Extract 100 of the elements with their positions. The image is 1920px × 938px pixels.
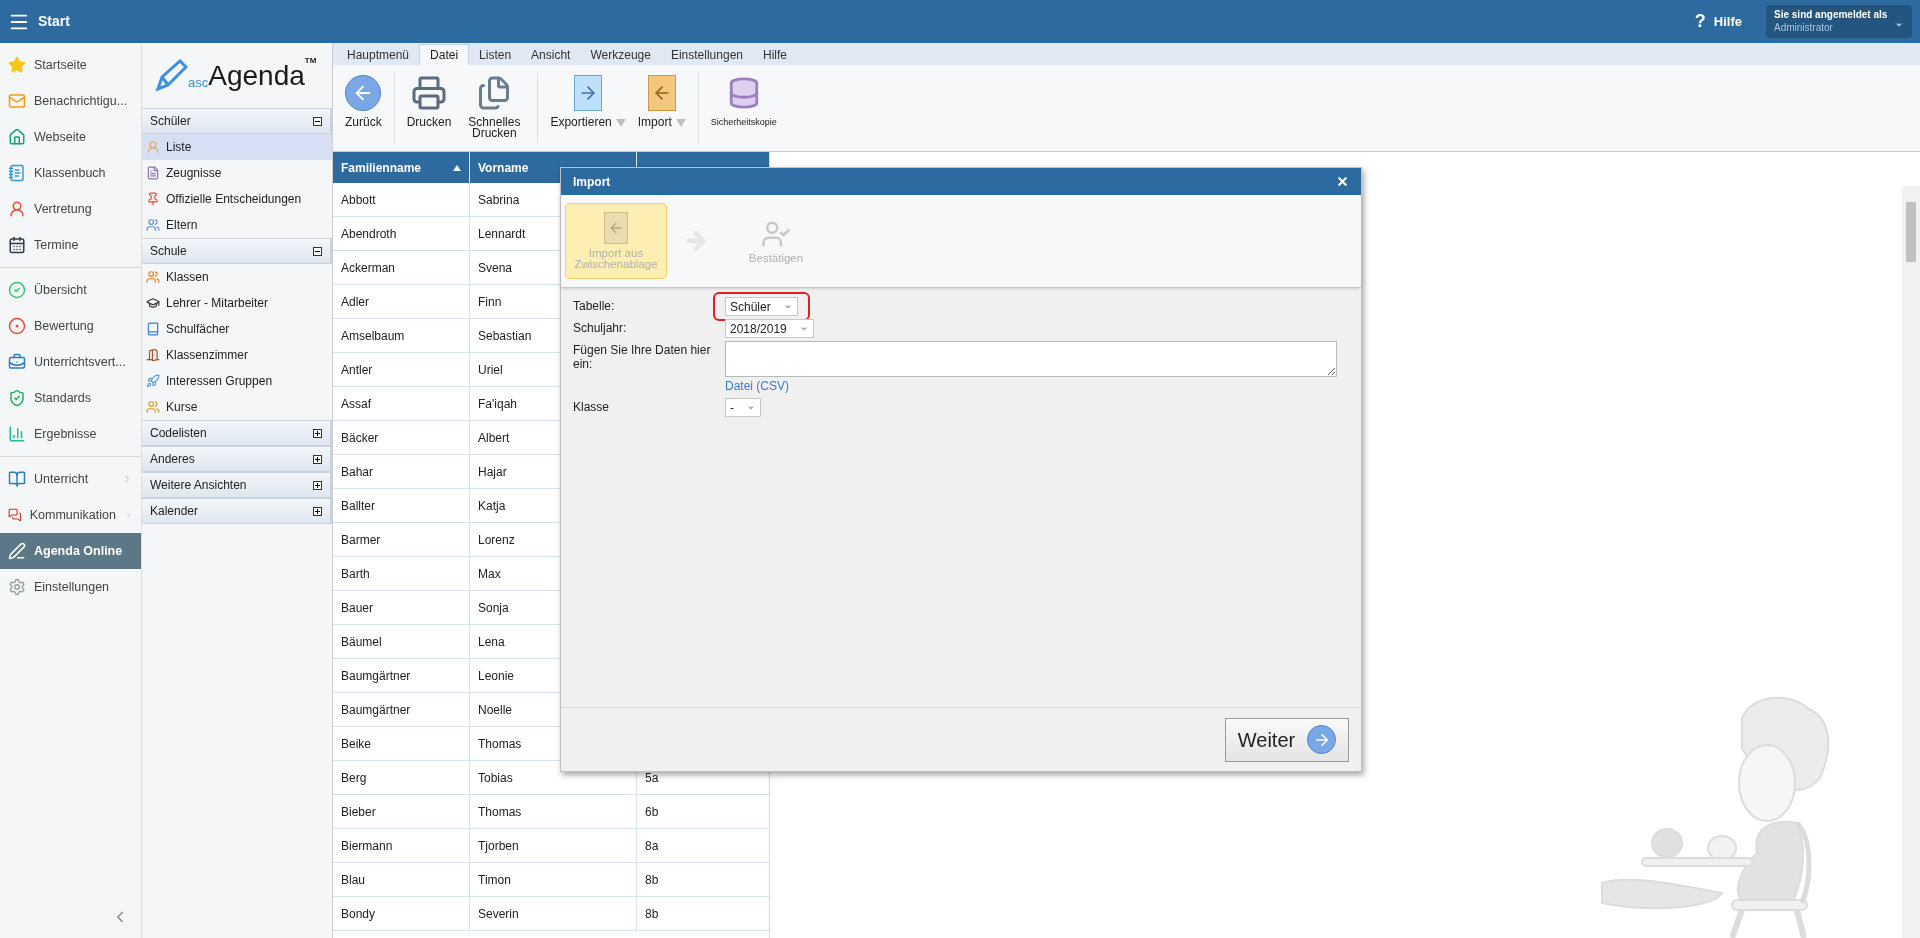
help-button[interactable]: ? Hilfe	[1694, 8, 1742, 35]
table-cell: Biermann	[333, 829, 470, 862]
nav-item[interactable]: Agenda Online	[0, 533, 141, 569]
panel-item[interactable]: Klassenzimmer	[142, 342, 332, 368]
toolbar-button[interactable]: Schnelles Drucken	[459, 73, 530, 139]
table-cell: Bondy	[333, 897, 470, 930]
select-field[interactable]: -	[725, 398, 761, 417]
table-cell: Adler	[333, 285, 470, 318]
section-header[interactable]: Kalender	[142, 498, 332, 524]
ribbon-tab[interactable]: Datei	[419, 44, 470, 65]
table-cell: Berg	[333, 761, 470, 794]
nav-item[interactable]: Bewertung	[0, 308, 141, 344]
nav-item[interactable]: Vertretung	[0, 191, 141, 227]
ribbon-tab[interactable]: Einstellungen	[660, 44, 753, 65]
table-cell: Amselbaum	[333, 319, 470, 352]
check-icon	[8, 281, 26, 299]
panel-item[interactable]: Offizielle Entscheidungen	[142, 186, 332, 212]
field-label: Tabelle:	[573, 298, 616, 313]
toolbar-button[interactable]: Zurück	[341, 73, 386, 128]
section-header[interactable]: Anderes	[142, 446, 332, 472]
table-cell: Barmer	[333, 523, 470, 556]
table-cell: Severin	[470, 897, 637, 930]
panel-item[interactable]: Lehrer - Mitarbeiter	[142, 290, 332, 316]
section-header[interactable]: Schule	[142, 238, 332, 264]
table-cell: Bäumel	[333, 625, 470, 658]
caret-icon	[615, 119, 626, 127]
field-label: Schuljahr:	[573, 320, 628, 335]
table-cell-text: 8b	[645, 905, 659, 923]
panel-item[interactable]: Schulfächer	[142, 316, 332, 342]
nav-item[interactable]: Unterricht	[0, 461, 141, 497]
expand-icon	[313, 454, 322, 464]
nav-item[interactable]: Standards	[0, 380, 141, 416]
toolbar-button[interactable]: Exportieren	[546, 73, 630, 128]
panel-item[interactable]: Klassen	[142, 264, 332, 290]
section-header[interactable]: Codelisten	[142, 420, 332, 446]
table-cell-text: 5a	[645, 769, 659, 787]
table-cell: Bahar	[333, 455, 470, 488]
expand-icon	[313, 428, 322, 438]
toolbar-button[interactable]: Drucken	[402, 73, 456, 128]
csv-file-link[interactable]: Datei (CSV)	[725, 377, 789, 395]
chat-icon	[8, 506, 22, 524]
table-cell: Beike	[333, 727, 470, 760]
table-cell: Antler	[333, 353, 470, 386]
expand-icon	[313, 506, 322, 516]
select-field[interactable]: Schüler	[725, 297, 798, 316]
import-icon	[647, 75, 676, 111]
table-cell: Thomas	[470, 795, 637, 828]
column-header[interactable]: Familienname	[333, 152, 470, 183]
data-input-field[interactable]	[725, 341, 1337, 377]
book-icon	[146, 322, 160, 336]
table-cell: Ackerman	[333, 251, 470, 284]
user-menu[interactable]: Sie sind angemeldet als Administrator	[1766, 5, 1912, 38]
table-cell-text: 8b	[645, 871, 659, 889]
shield-icon	[8, 389, 26, 407]
collapse-icon	[313, 246, 322, 256]
person-icon	[8, 200, 26, 218]
export-icon	[574, 75, 603, 111]
ribbon-tab[interactable]: Hauptmenü	[337, 44, 420, 65]
ribbon-tab[interactable]: Hilfe	[753, 44, 797, 65]
table-cell: Barth	[333, 557, 470, 590]
next-button[interactable]: Weiter	[1225, 717, 1349, 762]
nav-item[interactable]: Termine	[0, 227, 141, 263]
page-title: Start	[38, 12, 70, 31]
panel-item[interactable]: Liste	[142, 134, 332, 160]
ribbon-tab[interactable]: Listen	[469, 44, 522, 65]
nav-item[interactable]: Startseite	[0, 47, 141, 83]
table-cell: Bäcker	[333, 421, 470, 454]
panel-item[interactable]: Eltern	[142, 212, 332, 238]
toolbar-button[interactable]: Import	[633, 73, 690, 128]
nav-item[interactable]: Klassenbuch	[0, 155, 141, 191]
nav-item[interactable]: Webseite	[0, 119, 141, 155]
settings-icon	[8, 578, 26, 596]
nav-item[interactable]: Kommunikation	[0, 497, 141, 533]
table-cell-text: 6b	[645, 803, 659, 821]
scrollbar[interactable]	[1902, 186, 1920, 938]
select-field[interactable]: 2018/2019	[725, 319, 814, 338]
nav-item[interactable]: Unterrichtsvert...	[0, 344, 141, 380]
bar-chart-icon	[8, 425, 26, 443]
printer-icon	[411, 75, 448, 111]
nav-item[interactable]: Einstellungen	[0, 569, 141, 605]
star-icon	[8, 56, 26, 74]
panel-item[interactable]: Interessen Gruppen	[142, 368, 332, 394]
mail-icon	[8, 92, 26, 110]
panel-item[interactable]: Zeugnisse	[142, 160, 332, 186]
ribbon-tab[interactable]: Ansicht	[521, 44, 581, 65]
nav-item[interactable]: Ergebnisse	[0, 416, 141, 452]
rocket-icon	[146, 374, 160, 388]
toolbar-button[interactable]: Sicherheitskopie	[706, 73, 781, 128]
book-icon	[8, 470, 26, 488]
nav-item[interactable]: Übersicht	[0, 272, 141, 308]
section-header[interactable]: Weitere Ansichten	[142, 472, 332, 498]
panel-item[interactable]: Kurse	[142, 394, 332, 420]
calendar-icon	[8, 236, 26, 254]
table-cell: Timon	[470, 863, 637, 896]
ribbon-tab[interactable]: Werkzeuge	[580, 44, 661, 65]
table-cell: Baumgärtner	[333, 693, 470, 726]
section-header[interactable]: Schüler	[142, 108, 332, 134]
close-button[interactable]	[1336, 175, 1349, 188]
nav-item[interactable]: Benachrichtigu...	[0, 83, 141, 119]
table-cell: Ballter	[333, 489, 470, 522]
